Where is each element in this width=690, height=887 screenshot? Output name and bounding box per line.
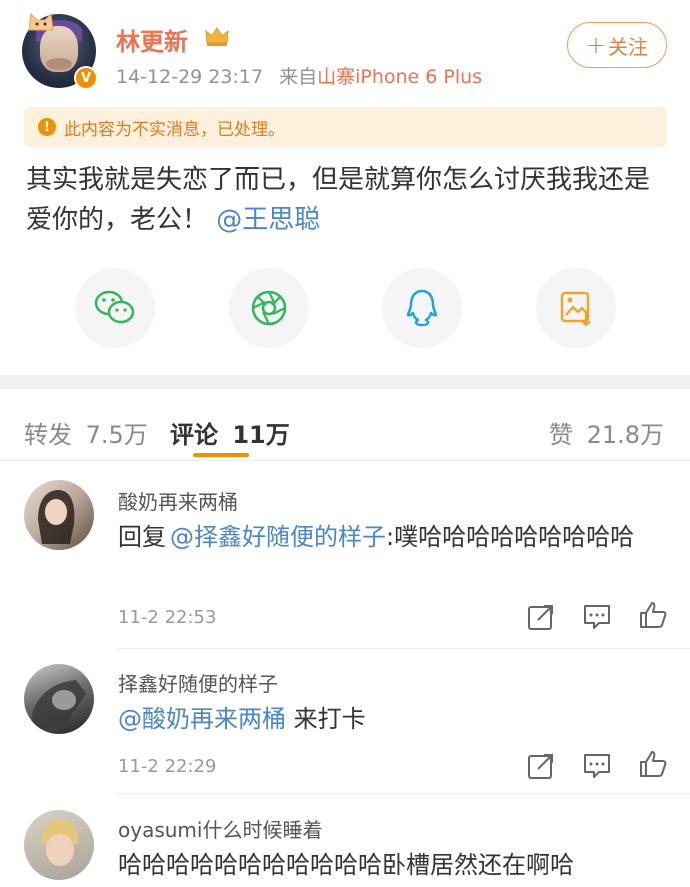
like-icon[interactable]: [638, 600, 668, 630]
post-meta: 14-12-29 23:17 来自山寨iPhone 6 Plus: [116, 62, 482, 89]
reply-prefix: 回复: [118, 523, 166, 551]
comment-mention[interactable]: @择鑫好随便的样子: [170, 523, 386, 551]
follow-button[interactable]: + 关注: [567, 22, 667, 68]
commenter-avatar[interactable]: [24, 810, 94, 880]
comment-divider: [118, 648, 690, 649]
source-prefix: 来自: [279, 66, 318, 88]
comment-time: 11-2 22:53: [118, 607, 217, 628]
share-qq-button[interactable]: [382, 268, 462, 348]
post-mention[interactable]: @王思聪: [216, 205, 320, 235]
comment-icon[interactable]: [582, 751, 612, 781]
comment-icon[interactable]: [582, 602, 612, 632]
comment-body: 来打卡: [286, 705, 366, 733]
qq-icon: [406, 289, 438, 327]
plus-icon: +: [585, 31, 607, 59]
comment-divider: [118, 793, 690, 794]
post-body: 其实我就是失恋了而已，但是就算你怎么讨厌我我还是爱你的，老公！ @王思聪: [26, 160, 666, 240]
author-name[interactable]: 林更新: [116, 22, 188, 57]
notice-text: 此内容为不实消息，已处理。: [64, 119, 285, 140]
tab-repost-label: 转发: [24, 421, 72, 449]
section-divider: [0, 375, 690, 389]
tab-likes[interactable]: 赞 21.8万: [549, 415, 664, 450]
tab-likes-count: 21.8万: [586, 421, 664, 449]
interaction-tabs: 转发 7.5万 评论 11万 赞 21.8万: [0, 389, 690, 461]
tab-comments[interactable]: 评论 11万: [170, 415, 290, 450]
commenter-name[interactable]: oyasumi什么时候睡着: [118, 814, 322, 843]
like-icon[interactable]: [638, 749, 668, 779]
comment-item: oyasumi什么时候睡着 哈哈哈哈哈哈哈哈哈哈哈卧槽居然还在啊哈: [0, 796, 690, 887]
share-moments-button[interactable]: [229, 268, 309, 348]
active-tab-indicator: [193, 453, 249, 457]
share-wechat-button[interactable]: [75, 268, 155, 348]
comment-item: 择鑫好随便的样子 @酸奶再来两桶 来打卡 11-2 22:29: [0, 650, 690, 796]
tab-likes-label: 赞: [548, 421, 573, 449]
tab-repost-count: 7.5万: [85, 421, 148, 449]
author-avatar[interactable]: V: [22, 12, 98, 90]
repost-icon[interactable]: [526, 602, 556, 632]
share-row: [0, 268, 690, 350]
comment-text: 哈哈哈哈哈哈哈哈哈哈哈卧槽居然还在啊哈: [118, 846, 678, 884]
save-image-button[interactable]: [536, 268, 616, 348]
comment-text: @酸奶再来两桶 来打卡: [118, 700, 658, 738]
fact-check-notice: ! 此内容为不实消息，已处理。: [24, 107, 667, 147]
commenter-avatar[interactable]: [24, 480, 94, 550]
comment-item: 酸奶再来两桶 回复 @择鑫好随便的样子:噗哈哈哈哈哈哈哈哈哈 11-2 22:53: [0, 462, 690, 650]
comment-mention[interactable]: @酸奶再来两桶: [118, 705, 286, 733]
verified-badge-icon: V: [74, 66, 98, 90]
post-text: 其实我就是失恋了而已，但是就算你怎么讨厌我我还是爱你的，老公！: [26, 165, 651, 235]
comment-text: 回复 @择鑫好随便的样子:噗哈哈哈哈哈哈哈哈哈: [118, 518, 658, 556]
warning-icon: !: [38, 118, 56, 136]
tab-comments-label: 评论: [170, 421, 218, 449]
comment-body: 哈哈哈哈哈哈哈哈哈哈哈卧槽居然还在啊哈: [118, 851, 574, 879]
repost-icon[interactable]: [526, 751, 556, 781]
cat-decoration-icon: [28, 12, 54, 31]
post-timestamp: 14-12-29 23:17: [116, 66, 264, 88]
post-source[interactable]: 山寨iPhone 6 Plus: [317, 66, 482, 88]
save-image-icon: [560, 291, 591, 327]
tab-repost[interactable]: 转发 7.5万: [24, 415, 148, 450]
comment-time: 11-2 22:29: [118, 756, 217, 777]
moments-icon: [251, 290, 287, 326]
commenter-avatar[interactable]: [24, 664, 94, 734]
post-header: V 林更新 14-12-29 23:17 来自山寨iPhone 6 Plus +…: [0, 0, 690, 100]
commenter-name[interactable]: 酸奶再来两桶: [118, 486, 238, 515]
crown-icon: [205, 27, 229, 46]
wechat-icon: [94, 290, 135, 324]
commenter-name[interactable]: 择鑫好随便的样子: [118, 668, 278, 697]
tab-comments-count: 11万: [232, 421, 290, 449]
follow-label: 关注: [608, 34, 649, 59]
comment-body: :噗哈哈哈哈哈哈哈哈哈: [386, 523, 635, 551]
